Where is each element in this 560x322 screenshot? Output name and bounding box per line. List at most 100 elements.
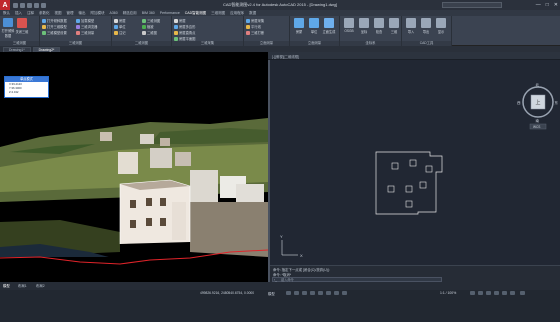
settings-icon: [42, 30, 46, 35]
display-button[interactable]: 显示: [434, 18, 448, 38]
viewcube[interactable]: 上 北 南 东 西: [517, 82, 559, 123]
export-button[interactable]: 导出: [419, 18, 433, 38]
3d-viewport[interactable]: 视口-三维 单: [0, 52, 268, 282]
tab-default[interactable]: 默认: [3, 11, 10, 16]
ribbon-item[interactable]: 注记: [114, 30, 126, 35]
tab-layout2[interactable]: 布局2: [36, 283, 45, 288]
ribbon-item[interactable]: 二维图: [142, 30, 157, 35]
transparency-toggle-icon[interactable]: [342, 291, 347, 295]
polar-toggle-icon[interactable]: [310, 291, 315, 295]
osgb-button[interactable]: OSGB: [342, 18, 356, 38]
tab-addins[interactable]: 附加模块: [91, 11, 105, 16]
otrack-toggle-icon[interactable]: [326, 291, 331, 295]
3d-button[interactable]: 三维: [387, 18, 401, 38]
ribbon-group-building: 房屋 单位 注记 三维测图 植被 二维图 二维测图: [112, 16, 172, 46]
tab-featured-apps[interactable]: 精选应用: [123, 11, 137, 16]
compass-east-label[interactable]: 东: [555, 100, 559, 105]
unit-icon: [309, 18, 319, 28]
tab-bim360[interactable]: BIM 360: [142, 11, 155, 15]
annotation-scale[interactable]: 1:1 / 100%: [440, 291, 456, 295]
ribbon-item[interactable]: 房屋: [174, 18, 186, 23]
footprint-window: [391, 162, 399, 170]
ribbon-item[interactable]: 植被: [142, 24, 154, 29]
tab-data[interactable]: 数据: [249, 11, 256, 16]
star-icon: [324, 18, 334, 28]
ribbon-item[interactable]: 加载模型: [76, 18, 94, 23]
ribbon-item[interactable]: 三维模型设置: [42, 30, 67, 35]
parallel-icon: [246, 24, 250, 29]
ribbon-item[interactable]: 三维浏览器: [76, 24, 97, 29]
units-icon[interactable]: [486, 291, 491, 295]
grid-toggle-icon[interactable]: [286, 291, 291, 295]
2d-drawing-viewport[interactable]: Y X 上 北 南 东 西 WCS: [270, 60, 560, 265]
unit-button[interactable]: 单位: [307, 18, 321, 38]
open-oblique-button[interactable]: 打开倾斜数据: [1, 18, 15, 38]
tab-a360[interactable]: A360: [110, 11, 118, 15]
tab-parametric[interactable]: 参数化: [39, 11, 50, 16]
tab-cad-survey[interactable]: CAD智能测图: [185, 11, 206, 16]
tab-performance[interactable]: Performance: [160, 11, 180, 15]
2d-icon: [142, 30, 146, 35]
lineweight-toggle-icon[interactable]: [334, 291, 339, 295]
close-3d-button[interactable]: 关闭三维: [15, 18, 29, 38]
osgb-icon: [344, 18, 354, 28]
facade-button[interactable]: 立面生成: [322, 18, 336, 38]
coordinate-button[interactable]: 坐标: [357, 18, 371, 38]
ribbon-item[interactable]: 三维测图: [142, 18, 160, 23]
ortho-toggle-icon[interactable]: [302, 291, 307, 295]
tab-manage[interactable]: 管理: [67, 11, 74, 16]
footprint-window: [425, 165, 433, 173]
status-bar: 499826.9216, 2480540.6754, 0.0000 模型 1:1…: [0, 290, 560, 322]
osnap-toggle-icon[interactable]: [318, 291, 323, 295]
check-button[interactable]: 检查: [372, 18, 386, 38]
hardware-acceleration-icon[interactable]: [502, 291, 507, 295]
house: [150, 148, 172, 168]
ribbon-item[interactable]: 打开三维模型: [42, 24, 67, 29]
ribbon-item[interactable]: 平行线: [246, 24, 261, 29]
title-bar: A CAD智能测图v2.4 for Autodesk AutoCAD 2015 …: [0, 0, 560, 10]
annotation-icon: [114, 30, 118, 35]
tab-layout1[interactable]: 布局1: [18, 283, 27, 288]
floorplan-icon: [174, 36, 178, 41]
annotation-monitor-icon[interactable]: [478, 291, 483, 295]
tab-annotate[interactable]: 注释: [27, 11, 34, 16]
tab-output[interactable]: 输出: [79, 11, 86, 16]
tab-applications[interactable]: 应用程序: [230, 11, 244, 16]
ribbon-item[interactable]: 打开倾斜数据: [42, 18, 67, 23]
capture-icon: [246, 18, 250, 23]
workspace-gear-icon[interactable]: [470, 291, 475, 295]
model-space-indicator[interactable]: 模型: [268, 291, 275, 296]
viewport-controls-label[interactable]: [-][俯视][二维线框]: [272, 54, 299, 59]
isolate-objects-icon[interactable]: [494, 291, 499, 295]
minimize-button[interactable]: —: [536, 0, 541, 10]
ribbon-panel: 打开倾斜数据 关闭三维 三维测图 打开倾斜数据 打开三维模型 三维模型设置 加载…: [0, 16, 560, 46]
model-icon: [42, 18, 46, 23]
ribbon-item[interactable]: 房屋多边形: [174, 24, 195, 29]
snap-toggle-icon[interactable]: [294, 291, 299, 295]
footprint-window: [405, 185, 413, 193]
clean-screen-icon[interactable]: [510, 291, 515, 295]
load-icon: [76, 18, 80, 23]
break-icon: [246, 30, 250, 35]
ribbon-item[interactable]: 房屋采集: [246, 18, 264, 23]
tab-view[interactable]: 视图: [55, 11, 62, 16]
ribbon-item[interactable]: 三维打断: [246, 30, 264, 35]
customize-menu-icon[interactable]: [520, 291, 525, 295]
search-input[interactable]: [442, 2, 502, 8]
ribbon-item[interactable]: 三维测量: [76, 30, 94, 35]
ribbon-item[interactable]: 房屋: [114, 18, 126, 23]
building-button[interactable]: 房屋: [292, 18, 306, 38]
tab-model[interactable]: 模型: [3, 283, 10, 288]
3d-icon: [389, 18, 399, 28]
import-button[interactable]: 导入: [404, 18, 418, 38]
compass-south-label[interactable]: 南: [536, 118, 540, 123]
ribbon-item[interactable]: 单位: [114, 24, 126, 29]
tab-3d-survey[interactable]: 三维测图: [211, 11, 225, 16]
tab-insert[interactable]: 插入: [15, 11, 22, 16]
maximize-button[interactable]: □: [546, 0, 549, 10]
ribbon-item[interactable]: 房屋直角点: [174, 30, 195, 35]
import-icon: [406, 18, 416, 28]
compass-north-label[interactable]: 北: [536, 82, 540, 87]
compass-west-label[interactable]: 西: [517, 101, 521, 105]
close-button[interactable]: ✕: [554, 0, 558, 10]
